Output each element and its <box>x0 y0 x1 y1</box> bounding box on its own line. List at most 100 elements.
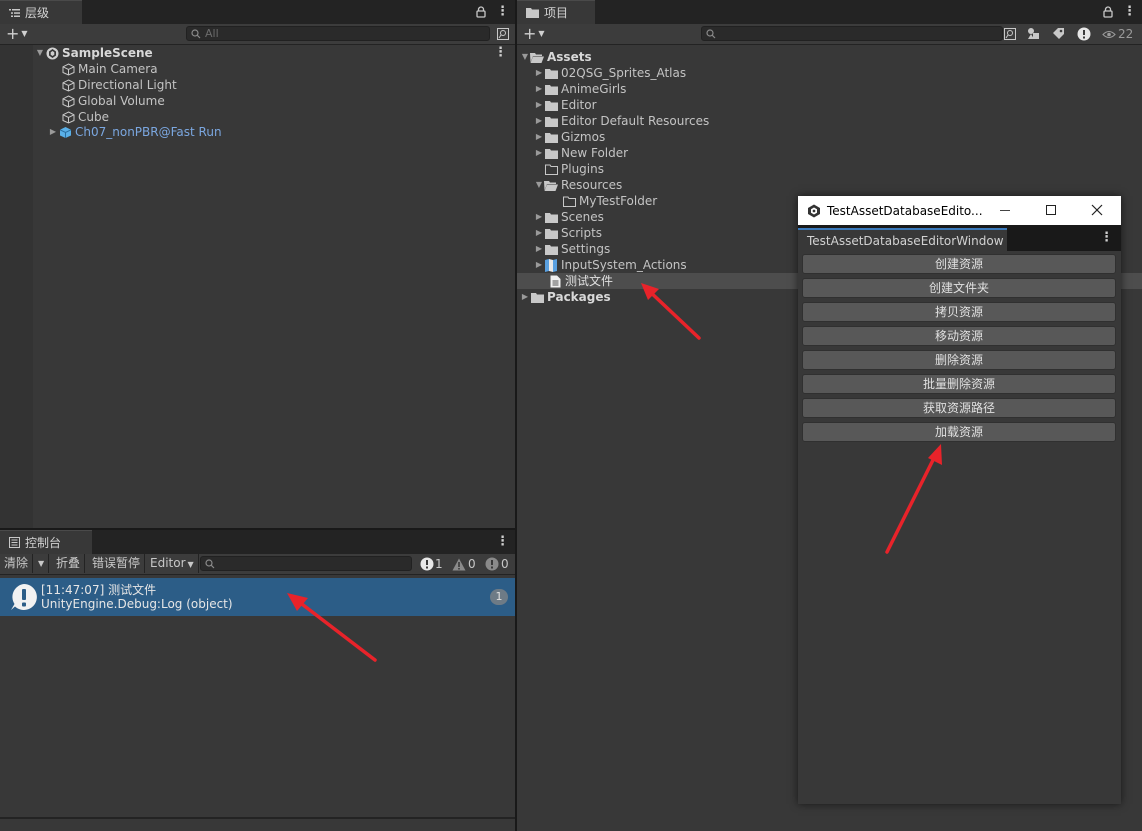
search-icon <box>706 28 716 38</box>
error-pause-button[interactable]: 错误暂停 <box>88 554 146 573</box>
folder-icon <box>544 98 558 112</box>
get-asset-path-button[interactable]: 获取资源路径 <box>802 398 1116 418</box>
minimize-icon[interactable] <box>1000 210 1010 211</box>
expand-arrow-icon[interactable]: ▶ <box>534 97 544 113</box>
more-options-icon[interactable]: ⋮ <box>1100 231 1113 244</box>
log-counter-toggle[interactable]: 1 <box>420 556 443 572</box>
more-options-icon[interactable]: ⋮ <box>1123 5 1136 18</box>
project-root-packages[interactable]: ▶ Packages <box>520 289 611 305</box>
project-folder[interactable]: ▶ Settings <box>534 241 610 257</box>
scene-search-icon[interactable] <box>497 28 509 40</box>
move-asset-button[interactable]: 移动资源 <box>802 326 1116 346</box>
search-icon <box>191 28 201 38</box>
window-titlebar[interactable]: TestAssetDatabaseEdito... <box>798 196 1121 225</box>
batch-delete-assets-button[interactable]: 批量删除资源 <box>802 374 1116 394</box>
search-by-scene-icon[interactable] <box>1004 28 1016 40</box>
tab-console-label: 控制台 <box>25 536 62 550</box>
lock-icon[interactable] <box>1103 6 1113 18</box>
expand-arrow-icon[interactable]: ▶ <box>48 124 58 140</box>
expand-arrow-icon[interactable]: ▶ <box>534 257 544 273</box>
project-root-assets[interactable]: ▼ Assets <box>520 49 592 65</box>
console-search-input[interactable] <box>200 556 412 571</box>
plus-icon: + <box>6 24 20 43</box>
lock-icon[interactable] <box>476 6 486 18</box>
create-asset-button[interactable]: 创建资源 <box>802 254 1116 274</box>
hierarchy-search-input[interactable]: All <box>186 26 490 41</box>
project-folder[interactable]: ▶ Scripts <box>534 225 602 241</box>
maximize-icon[interactable] <box>1046 205 1056 215</box>
hidden-packages-toggle[interactable]: 22 <box>1102 26 1133 42</box>
project-item-label: AnimeGirls <box>561 82 627 96</box>
clear-options-dropdown[interactable]: ▼ <box>34 554 50 573</box>
project-folder[interactable]: ▶ Editor Default Resources <box>534 113 709 129</box>
hierarchy-item-label: Global Volume <box>78 94 165 108</box>
list-icon <box>9 8 20 17</box>
warning-counter-toggle[interactable]: 0 <box>452 556 476 572</box>
delete-asset-button[interactable]: 删除资源 <box>802 350 1116 370</box>
project-folder[interactable]: ▼ Resources <box>534 177 622 193</box>
hierarchy-item[interactable]: Main Camera <box>61 61 158 77</box>
project-folder[interactable]: ▶ New Folder <box>534 145 628 161</box>
log-filter-icon[interactable] <box>1077 27 1091 41</box>
project-folder[interactable]: ▶ Editor <box>534 97 597 113</box>
project-folder[interactable]: ▶ AnimeGirls <box>534 81 626 97</box>
load-asset-button[interactable]: 加载资源 <box>802 422 1116 442</box>
expand-arrow-icon[interactable]: ▼ <box>520 49 530 65</box>
hierarchy-item[interactable]: Cube <box>61 109 109 125</box>
create-dropdown[interactable]: + ▼ <box>523 26 545 42</box>
project-search-input[interactable] <box>701 26 1003 41</box>
tab-project[interactable]: 项目 <box>517 0 595 24</box>
project-folder[interactable]: MyTestFolder <box>562 193 657 209</box>
hierarchy-item[interactable]: Directional Light <box>61 77 177 93</box>
expand-arrow-icon[interactable]: ▼ <box>534 177 544 193</box>
create-folder-button[interactable]: 创建文件夹 <box>802 278 1116 298</box>
project-item-label: MyTestFolder <box>579 194 658 208</box>
tab-hierarchy[interactable]: 层级 <box>0 0 82 24</box>
console-details-divider[interactable] <box>0 817 515 819</box>
filter-by-label-icon[interactable] <box>1052 27 1065 40</box>
copy-asset-button[interactable]: 拷贝资源 <box>802 302 1116 322</box>
expand-arrow-icon[interactable]: ▼ <box>35 45 45 61</box>
expand-arrow-icon[interactable]: ▶ <box>534 145 544 161</box>
expand-arrow-icon[interactable]: ▶ <box>534 65 544 81</box>
create-dropdown[interactable]: + ▼ <box>6 26 28 42</box>
project-asset[interactable]: ▶ InputSystem_Actions <box>534 257 687 273</box>
filter-by-type-icon[interactable] <box>1027 27 1040 40</box>
project-item-label: Editor <box>561 98 597 112</box>
expand-arrow-icon[interactable]: ▶ <box>534 113 544 129</box>
project-toolbar: + ▼ 22 <box>517 24 1142 45</box>
expand-arrow-icon[interactable]: ▶ <box>534 129 544 145</box>
expand-arrow-icon[interactable]: ▶ <box>534 209 544 225</box>
search-placeholder: All <box>205 27 219 40</box>
project-folder[interactable]: ▶ 02QSG_Sprites_Atlas <box>534 65 686 81</box>
editor-dropdown[interactable]: Editor ▼ <box>146 554 199 573</box>
more-options-icon[interactable]: ⋮ <box>496 5 509 18</box>
project-folder[interactable]: ▶ Gizmos <box>534 129 605 145</box>
log-count-badge: 1 <box>490 589 508 605</box>
chevron-down-icon: ▼ <box>538 29 545 38</box>
expand-arrow-icon[interactable]: ▶ <box>534 225 544 241</box>
expand-arrow-icon[interactable]: ▶ <box>520 289 530 305</box>
project-item-label: Scenes <box>561 210 604 224</box>
scene-row[interactable]: ▼ SampleScene ⋮ <box>35 45 515 61</box>
scene-more-icon[interactable]: ⋮ <box>494 46 507 59</box>
error-counter-toggle[interactable]: 0 <box>485 556 509 572</box>
hierarchy-gutter <box>0 45 33 528</box>
hierarchy-item-prefab[interactable]: ▶ Ch07_nonPBR@Fast Run <box>48 124 222 140</box>
more-options-icon[interactable]: ⋮ <box>496 535 509 548</box>
project-asset-selected[interactable]: 测试文件 <box>548 273 613 289</box>
hierarchy-item[interactable]: Global Volume <box>61 93 165 109</box>
console-toolbar: 清除 ▼ 折叠 错误暂停 Editor ▼ 1 0 0 <box>0 554 515 575</box>
info-icon <box>420 557 434 571</box>
tab-test-asset-database[interactable]: TestAssetDatabaseEditorWindow <box>798 228 1007 251</box>
clear-button[interactable]: 清除 <box>0 554 34 573</box>
project-folder[interactable]: ▶ Scenes <box>534 209 604 225</box>
test-asset-database-editor-window: TestAssetDatabaseEdito... TestAssetDatab… <box>798 196 1121 804</box>
project-folder[interactable]: Plugins <box>544 161 604 177</box>
console-log-entry[interactable]: [11:47:07] 测试文件 UnityEngine.Debug:Log (o… <box>0 578 515 616</box>
expand-arrow-icon[interactable]: ▶ <box>534 241 544 257</box>
tab-console[interactable]: 控制台 <box>0 530 92 554</box>
close-icon[interactable] <box>1091 204 1103 216</box>
collapse-button[interactable]: 折叠 <box>52 554 86 573</box>
expand-arrow-icon[interactable]: ▶ <box>534 81 544 97</box>
